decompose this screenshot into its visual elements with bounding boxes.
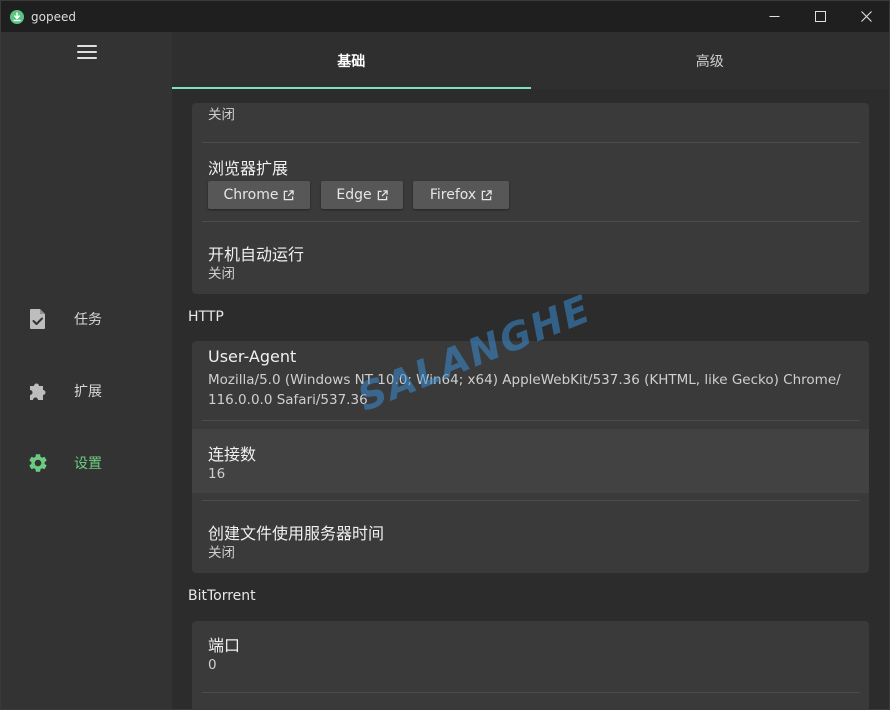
divider bbox=[202, 692, 860, 693]
tab-basic[interactable]: 基础 bbox=[172, 32, 531, 89]
setting-value-line1: Mozilla/5.0 (Windows NT 10.0; Win64; x64… bbox=[208, 372, 841, 388]
setting-title: 端口 bbox=[208, 636, 241, 655]
gopeed-logo-icon bbox=[10, 9, 24, 24]
close-button[interactable] bbox=[843, 1, 889, 32]
sidebar-item-tasks[interactable]: 任务 bbox=[1, 297, 172, 341]
setting-row-user-agent[interactable]: User-Agent Mozilla/5.0 (Windows NT 10.0;… bbox=[192, 341, 869, 420]
sidebar-item-label: 任务 bbox=[74, 312, 102, 328]
sidebar-item-settings[interactable]: 设置 bbox=[1, 441, 172, 485]
external-link-icon bbox=[481, 189, 492, 201]
edge-extension-button[interactable]: Edge bbox=[321, 181, 403, 209]
hamburger-menu-icon[interactable] bbox=[77, 44, 97, 60]
setting-title: User-Agent bbox=[208, 347, 297, 366]
setting-title: 创建文件使用服务器时间 bbox=[208, 524, 385, 543]
maximize-button[interactable] bbox=[797, 1, 843, 32]
gear-icon bbox=[27, 452, 49, 474]
window-controls bbox=[751, 1, 889, 32]
http-settings-card: User-Agent Mozilla/5.0 (Windows NT 10.0;… bbox=[192, 341, 869, 573]
puzzle-piece-icon bbox=[27, 380, 49, 402]
title-bar: gopeed bbox=[1, 1, 889, 32]
setting-value-line2: 116.0.0.0 Safari/537.36 bbox=[208, 392, 368, 408]
setting-value: 关闭 bbox=[208, 545, 235, 561]
tab-advanced[interactable]: 高级 bbox=[531, 32, 890, 89]
window-title: gopeed bbox=[31, 9, 76, 24]
app-window: gopeed 任务 扩展 设置 基础 高级 关闭 浏览器扩展 Chrome Ed… bbox=[0, 0, 890, 710]
setting-row-connections[interactable]: 连接数 16 bbox=[192, 429, 869, 493]
bittorrent-settings-card: 端口 0 bbox=[192, 621, 869, 709]
sidebar: 任务 扩展 设置 bbox=[1, 32, 172, 709]
sidebar-item-extensions[interactable]: 扩展 bbox=[1, 369, 172, 413]
setting-row-autostart[interactable]: 开机自动运行 关闭 bbox=[192, 222, 869, 294]
sidebar-item-label: 设置 bbox=[74, 456, 102, 472]
minimize-button[interactable] bbox=[751, 1, 797, 32]
setting-title: 浏览器扩展 bbox=[208, 159, 289, 178]
setting-row-port[interactable]: 端口 0 bbox=[192, 621, 869, 693]
setting-title: 开机自动运行 bbox=[208, 245, 305, 264]
setting-title: 连接数 bbox=[208, 445, 257, 464]
maximize-icon bbox=[814, 11, 826, 22]
chrome-extension-button[interactable]: Chrome bbox=[208, 181, 310, 209]
minimize-icon bbox=[769, 16, 779, 17]
general-settings-card: 关闭 浏览器扩展 Chrome Edge Firefox 开机自动运行 关闭 bbox=[192, 103, 869, 294]
external-link-icon bbox=[377, 189, 388, 201]
settings-tabs: 基础 高级 bbox=[172, 32, 889, 89]
setting-value: 0 bbox=[208, 657, 217, 673]
setting-value: 关闭 bbox=[208, 107, 235, 123]
firefox-extension-button[interactable]: Firefox bbox=[413, 181, 509, 209]
section-title-bittorrent: BitTorrent bbox=[188, 588, 256, 604]
setting-row-partial[interactable]: 关闭 bbox=[192, 103, 869, 143]
setting-value: 16 bbox=[208, 466, 226, 482]
browser-extension-buttons: Chrome Edge Firefox bbox=[208, 181, 608, 211]
external-link-icon bbox=[283, 189, 295, 201]
setting-row-browser-extension: 浏览器扩展 Chrome Edge Firefox bbox=[192, 143, 869, 221]
section-title-http: HTTP bbox=[188, 309, 224, 325]
setting-value: 关闭 bbox=[208, 266, 235, 282]
sidebar-item-label: 扩展 bbox=[74, 384, 102, 400]
close-icon bbox=[860, 11, 872, 22]
task-file-check-icon bbox=[27, 308, 49, 330]
divider bbox=[202, 420, 860, 421]
setting-row-server-time[interactable]: 创建文件使用服务器时间 关闭 bbox=[192, 501, 869, 573]
settings-content: 关闭 浏览器扩展 Chrome Edge Firefox 开机自动运行 关闭 H… bbox=[172, 89, 889, 709]
